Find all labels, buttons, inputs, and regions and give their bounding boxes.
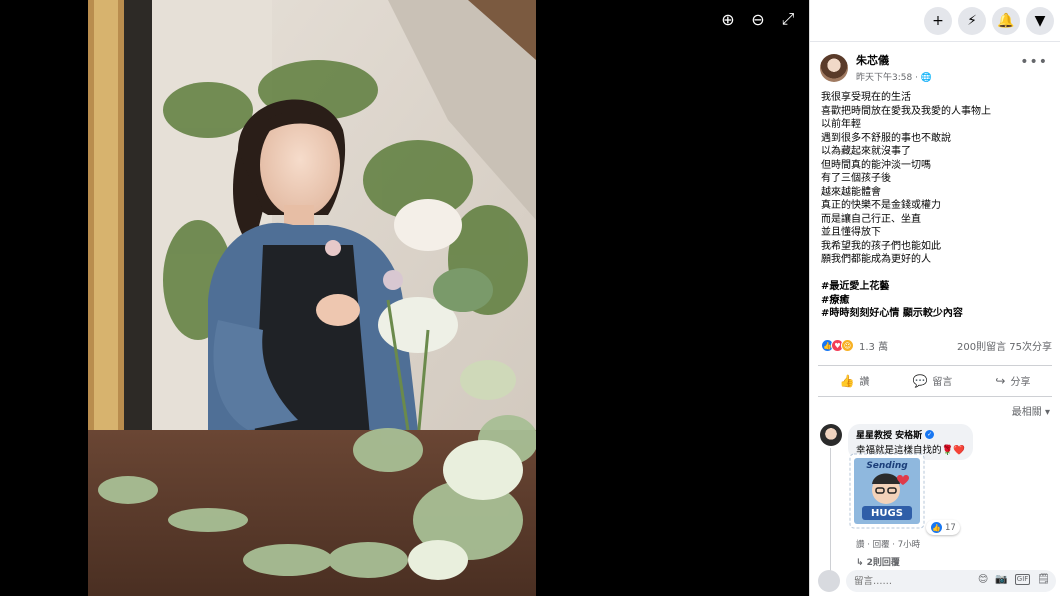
like-button[interactable]: 👍 讚	[839, 373, 870, 389]
comment-button[interactable]: 💬 留言	[912, 373, 953, 389]
post-header: 朱芯儀 昨天下午3:58 · 🌐 •••	[810, 42, 1060, 83]
post-line: 以為藏起來就沒事了	[821, 146, 911, 157]
sticker-icon[interactable]: 🗒	[1037, 574, 1050, 585]
post-actions: 👍 讚 💬 留言 ↪ 分享	[818, 364, 1052, 397]
public-icon: 🌐	[920, 73, 933, 83]
zoom-in-icon[interactable]: ⊕	[717, 10, 739, 29]
author-block: 朱芯儀 昨天下午3:58 · 🌐	[856, 52, 932, 83]
post-line: 並且懂得放下	[821, 227, 881, 238]
hashtag-link[interactable]: #時時刻刻好心情 顯示較少內容	[821, 307, 1050, 321]
comment-label: 留言	[932, 377, 953, 388]
sticker-bottom-text: HUGS	[871, 508, 903, 519]
comments-shares-count[interactable]: 200則留言 75次分享	[957, 338, 1052, 353]
hugs-sticker: HUGS Sending	[848, 452, 926, 530]
post-line: 我很享受現在的生活	[821, 92, 911, 103]
care-reaction-icon: ☺	[841, 339, 854, 352]
zoom-out-icon[interactable]: ⊖	[747, 10, 769, 29]
author-name[interactable]: 朱芯儀	[856, 52, 932, 68]
author-avatar[interactable]	[820, 53, 848, 82]
sticker-top-text: Sending	[866, 461, 908, 471]
fullscreen-icon[interactable]: ⤢	[777, 9, 799, 28]
notifications-icon[interactable]: 🔔	[992, 6, 1020, 35]
commenter-name[interactable]: 星星教授 安格斯 ✓	[856, 428, 965, 441]
comment-sort-dropdown[interactable]: 最相關 ▾	[810, 397, 1060, 418]
emoji-icon[interactable]: 😊	[978, 574, 988, 585]
comment-meta[interactable]: 讚 · 回覆 · 7小時	[856, 538, 920, 550]
post-line: 但時間真的能沖淡一切嗎	[821, 159, 931, 171]
share-icon: ↪	[995, 373, 1006, 388]
like-icon: 👍	[839, 373, 855, 388]
more-options-icon[interactable]: •••	[1020, 54, 1048, 70]
messenger-icon[interactable]: ⚡	[958, 6, 986, 35]
top-bar: + ⚡ 🔔 ▼	[810, 0, 1060, 42]
post-time-text[interactable]: 昨天下午3:58 ·	[856, 73, 921, 83]
viewer-toolbar: ⊕ ⊖ ⤢	[717, 9, 799, 29]
share-button[interactable]: ↪ 分享	[995, 373, 1031, 389]
post-line: 願我們都能成為更好的人	[821, 254, 931, 265]
gif-icon[interactable]: GIF	[1014, 574, 1031, 585]
hashtag-link[interactable]: #療癒	[821, 294, 1050, 308]
post-time[interactable]: 昨天下午3:58 · 🌐	[856, 70, 932, 83]
commenter-avatar[interactable]	[820, 423, 842, 446]
comment-reaction-count[interactable]: 👍 17	[926, 520, 960, 535]
composer-tools: 😊 📷 GIF 🗒	[978, 574, 1050, 585]
camera-icon[interactable]: 📷	[995, 574, 1007, 585]
post-stats: 👍 ♥ ☺ 1.3 萬 200則留言 75次分享	[810, 337, 1060, 355]
photo-viewer: ⊕ ⊖ ⤢	[0, 0, 809, 596]
reactions-summary[interactable]: 👍 ♥ ☺ 1.3 萬	[821, 338, 888, 353]
post-line: 以前年輕	[821, 119, 861, 130]
hashtag-link[interactable]: #最近愛上花藝	[821, 280, 1050, 294]
commenter-name-text[interactable]: 星星教授 安格斯	[856, 428, 922, 441]
comment-reaction-number: 17	[945, 522, 956, 533]
comment-icon: 💬	[912, 373, 928, 388]
post-text: 我很享受現在的生活 喜歡把時間放在愛我及我愛的人事物上 以前年輕 遇到很多不舒服…	[810, 83, 1060, 321]
reactions-count[interactable]: 1.3 萬	[859, 338, 888, 353]
verified-badge-icon: ✓	[925, 429, 935, 439]
like-label: 讚	[859, 377, 870, 388]
comment-composer: 😊 📷 GIF 🗒	[818, 570, 1056, 592]
post-line: 喜歡把時間放在愛我及我愛的人事物上	[821, 105, 991, 117]
account-menu-icon[interactable]: ▼	[1026, 6, 1054, 35]
post-line: 有了三個孩子後	[821, 173, 891, 184]
post-line: 而是讓自己行正、坐直	[821, 213, 921, 225]
share-label: 分享	[1010, 377, 1031, 388]
reaction-icons: 👍 ♥ ☺	[821, 339, 854, 352]
view-replies-link[interactable]: ↳ 2則回覆	[856, 555, 900, 568]
post-side-panel: + ⚡ 🔔 ▼ 朱芯儀 昨天下午3:58 · 🌐 ••• 我很享受現在的生活 喜…	[809, 0, 1060, 596]
post-line: 越來越能體會	[821, 186, 881, 198]
post-line: 遇到很多不舒服的事也不敢說	[821, 132, 951, 144]
post-photo[interactable]	[88, 0, 536, 596]
post-line: 我希望我的孩子們也能如此	[821, 240, 941, 252]
like-reaction-icon: 👍	[930, 521, 943, 534]
thread-line	[830, 447, 831, 578]
post-line: 真正的快樂不是金錢或權力	[821, 200, 941, 211]
create-icon[interactable]: +	[924, 6, 952, 35]
current-user-avatar	[818, 570, 840, 592]
